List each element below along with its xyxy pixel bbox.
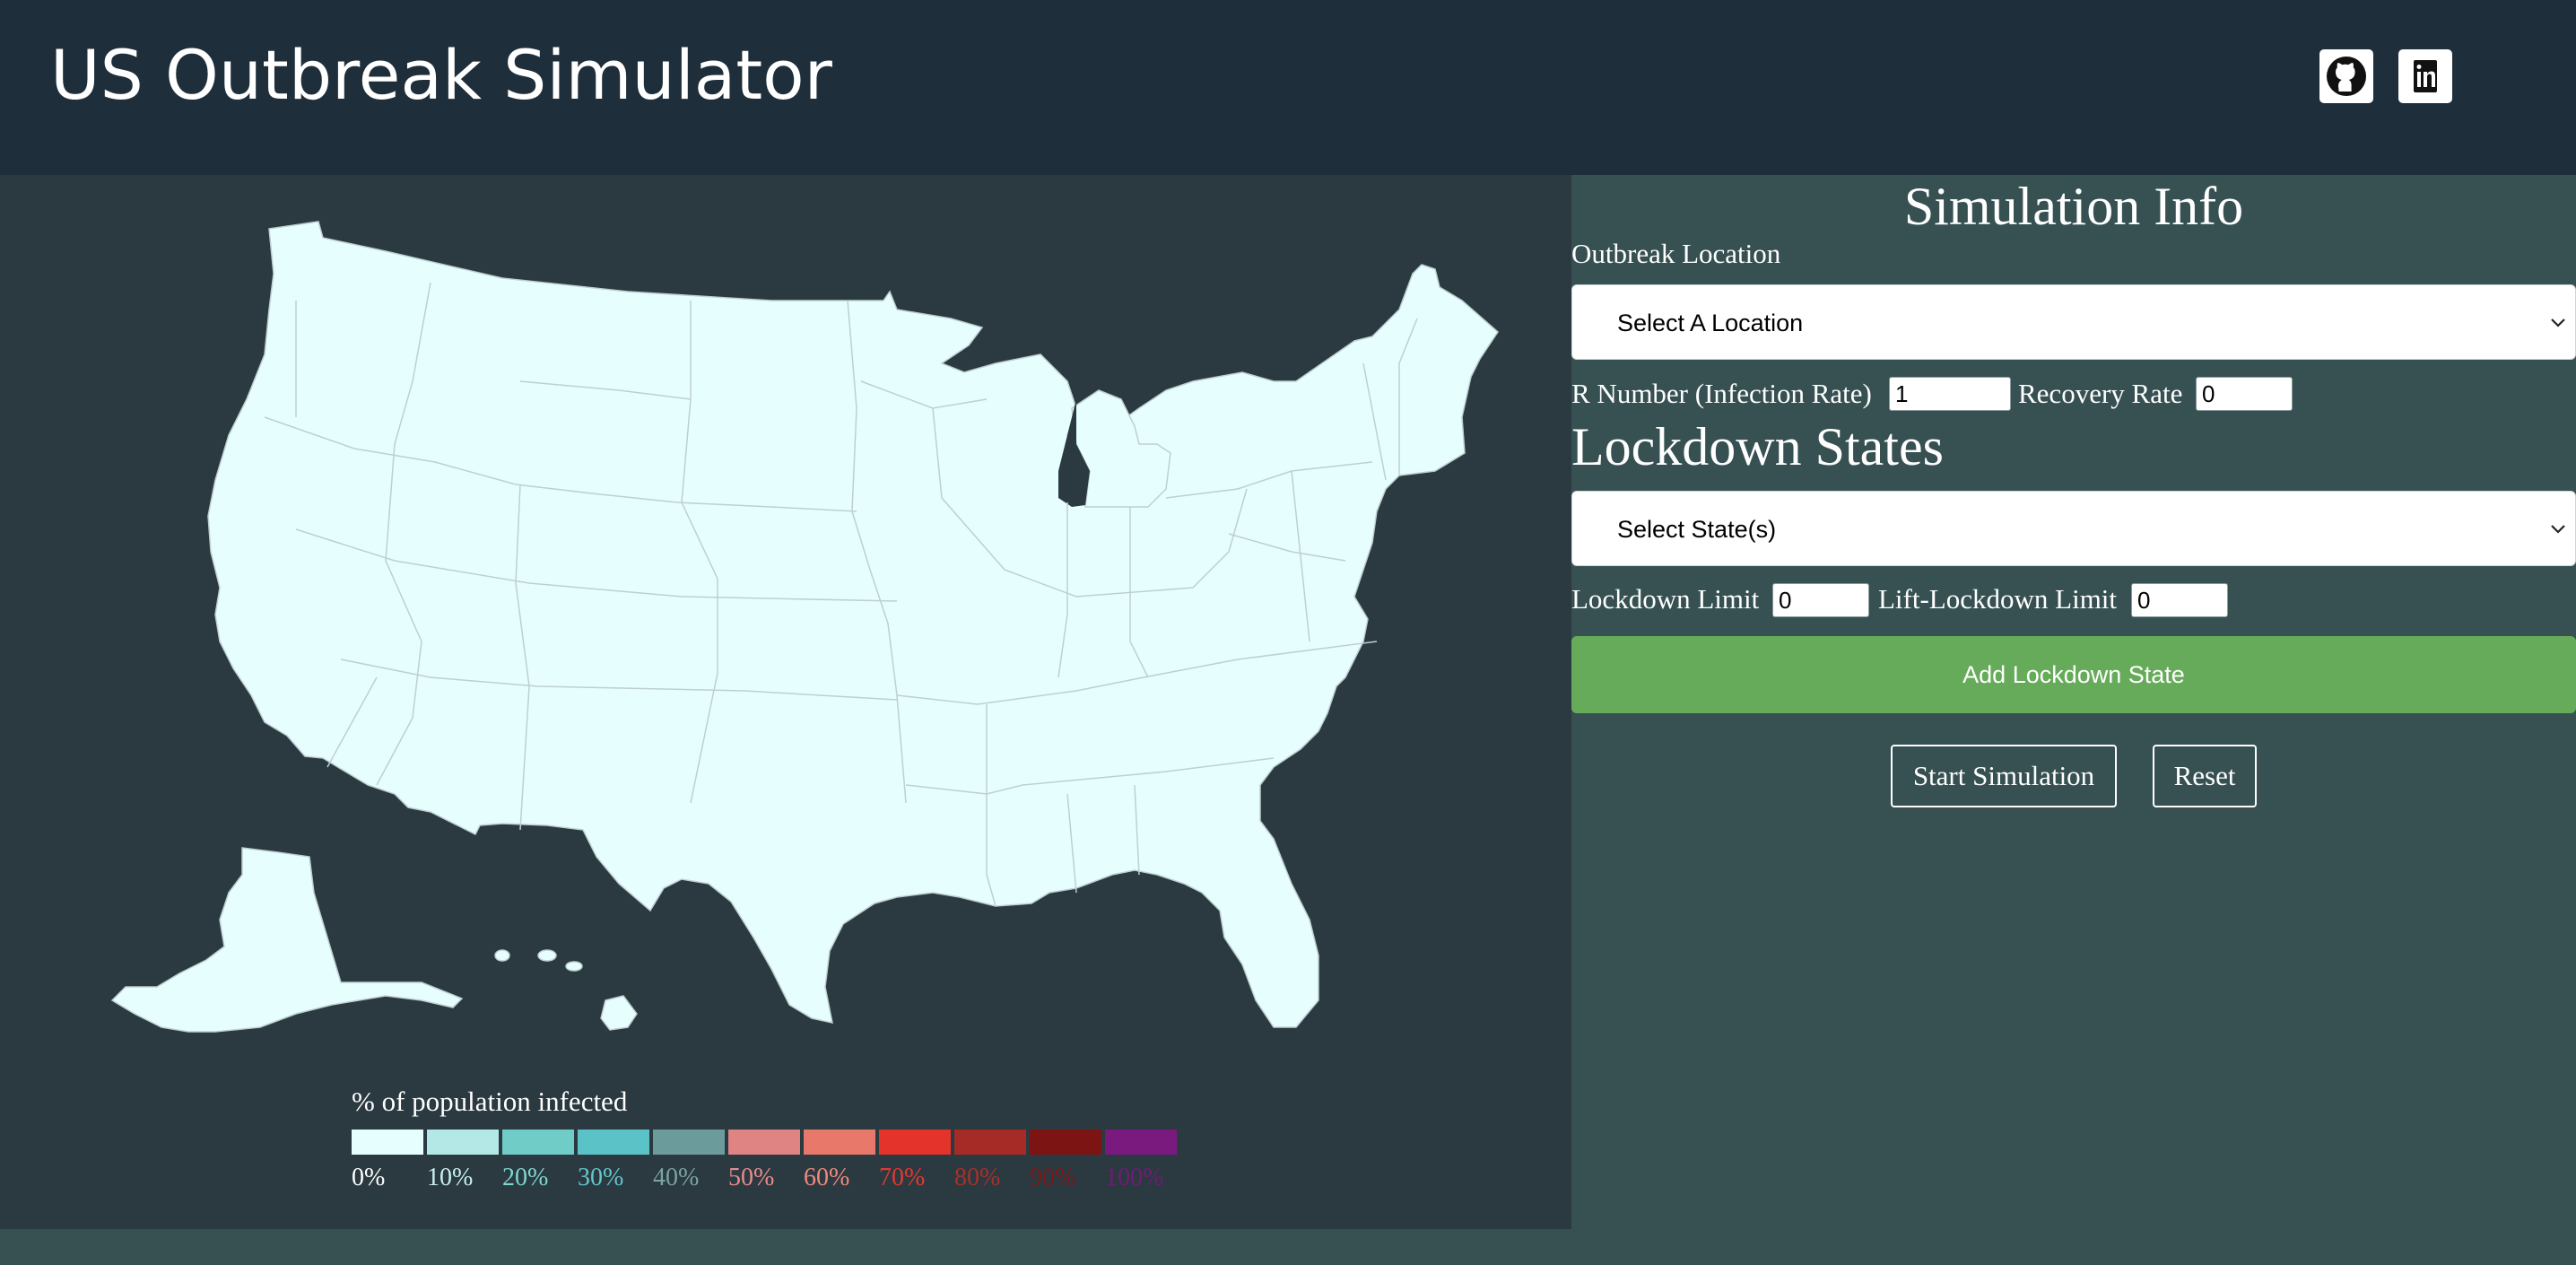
legend-swatch — [1105, 1130, 1177, 1155]
linkedin-link[interactable] — [2398, 49, 2452, 103]
legend-label: 50% — [728, 1164, 775, 1191]
panel-title: Simulation Info — [1903, 177, 2244, 236]
simulation-info-panel: Simulation Info Outbreak Location Select… — [1571, 175, 2576, 1265]
legend-swatch — [653, 1130, 725, 1155]
legend-label: 100% — [1105, 1164, 1164, 1191]
r-number-input[interactable] — [1889, 377, 2011, 411]
continental-us — [207, 221, 1499, 1028]
app-title: US Outbreak Simulator — [50, 35, 832, 115]
legend-label: 80% — [954, 1164, 1001, 1191]
legend-swatch — [879, 1130, 951, 1155]
github-icon — [2327, 57, 2366, 96]
legend-label: 90% — [1030, 1164, 1076, 1191]
outbreak-location-value: Select A Location — [1617, 310, 1804, 336]
lift-lockdown-limit-input[interactable] — [2131, 583, 2228, 617]
alaska — [110, 847, 464, 1033]
add-lockdown-state-button[interactable]: Add Lockdown State — [1571, 636, 2576, 713]
outbreak-location-label: Outbreak Location — [1571, 238, 1781, 269]
r-number-label: R Number (Infection Rate) — [1571, 378, 1872, 409]
legend-swatch — [1030, 1130, 1101, 1155]
legend-label: 40% — [653, 1164, 700, 1191]
legend-labels: 0% 10% 20% 30% 40% 50% 60% 70% 80% 90% 100% — [352, 1162, 1180, 1194]
legend-swatch — [728, 1130, 800, 1155]
legend-label: 30% — [578, 1164, 624, 1191]
legend-swatch — [578, 1130, 649, 1155]
legend-label: 70% — [879, 1164, 926, 1191]
legend-swatch — [427, 1130, 499, 1155]
legend-swatch — [804, 1130, 875, 1155]
lockdown-states-select[interactable]: Select State(s) — [1571, 491, 2576, 566]
legend-swatch — [352, 1130, 423, 1155]
hawaii — [600, 995, 638, 1031]
us-map[interactable] — [0, 175, 1571, 1229]
legend-label: 10% — [427, 1164, 474, 1191]
app-header: US Outbreak Simulator — [0, 0, 2576, 175]
chevron-down-icon — [2551, 525, 2565, 534]
legend-title: % of population infected — [352, 1086, 628, 1117]
legend-label: 0% — [352, 1164, 386, 1191]
lockdown-states-value: Select State(s) — [1617, 516, 1777, 543]
github-link[interactable] — [2319, 49, 2373, 103]
outbreak-location-select[interactable]: Select A Location — [1571, 284, 2576, 360]
lockdown-states-heading: Lockdown States — [1571, 417, 1944, 476]
lockdown-limit-input[interactable] — [1772, 583, 1869, 617]
recovery-rate-label: Recovery Rate — [2018, 378, 2183, 409]
legend-swatch — [954, 1130, 1026, 1155]
legend-label: 20% — [502, 1164, 549, 1191]
lift-lockdown-limit-label: Lift-Lockdown Limit — [1878, 583, 2118, 615]
reset-button[interactable]: Reset — [2153, 745, 2257, 807]
hawaii-island-4 — [565, 961, 583, 972]
start-simulation-button[interactable]: Start Simulation — [1891, 745, 2117, 807]
legend-swatch — [502, 1130, 574, 1155]
map-panel: % of population infected 0% 10% 20% 30% 40% 5… — [0, 175, 1571, 1229]
hawaii-island-3 — [537, 949, 557, 962]
recovery-rate-input[interactable] — [2196, 377, 2293, 411]
chevron-down-icon — [2551, 318, 2565, 327]
legend-swatches — [352, 1130, 1180, 1155]
legend-label: 60% — [804, 1164, 850, 1191]
lockdown-limit-label: Lockdown Limit — [1571, 583, 1760, 615]
linkedin-icon — [2414, 60, 2437, 92]
hawaii-island-2 — [494, 949, 510, 962]
